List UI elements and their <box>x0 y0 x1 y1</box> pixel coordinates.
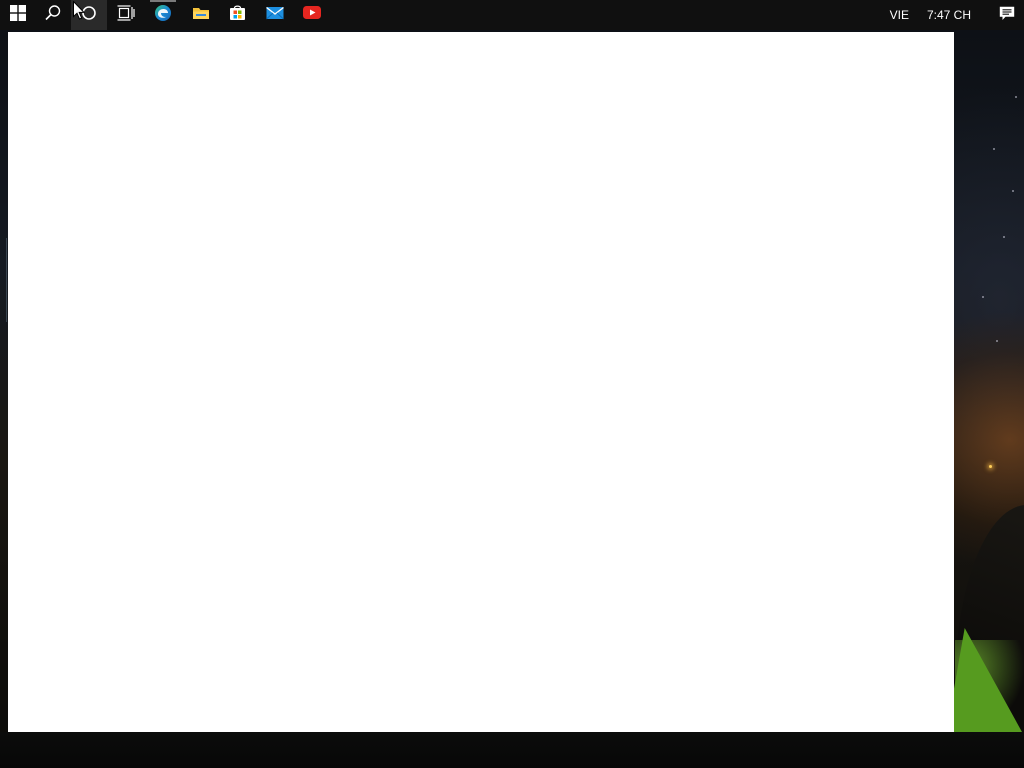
desktop-bottom-area <box>0 732 1024 768</box>
taskbar-edge-button[interactable] <box>144 0 182 30</box>
taskbar-clock[interactable]: 7:47 CH <box>927 8 971 22</box>
youtube-icon <box>302 6 321 24</box>
input-language-indicator[interactable]: VIE <box>890 8 909 22</box>
wallpaper-star <box>993 148 995 150</box>
mail-icon <box>265 6 284 25</box>
background-window-edge <box>0 238 7 322</box>
edge-browser-icon <box>154 4 172 27</box>
taskbar-store-button[interactable] <box>219 0 256 30</box>
search-button[interactable] <box>35 0 71 30</box>
taskbar: VIE 7:47 CH <box>0 0 1024 30</box>
wallpaper-star <box>1015 96 1017 98</box>
wallpaper-star <box>982 296 984 298</box>
wallpaper-star <box>996 340 998 342</box>
system-tray: VIE 7:47 CH <box>890 0 1024 30</box>
wallpaper-campfire <box>989 465 992 468</box>
file-explorer-icon <box>192 5 210 26</box>
windows-start-icon <box>9 4 26 26</box>
wallpaper-star <box>1012 190 1014 192</box>
task-view-button[interactable] <box>107 0 144 30</box>
search-icon <box>44 4 62 27</box>
blank-app-window[interactable] <box>8 32 954 732</box>
action-center-icon <box>999 6 1015 24</box>
mouse-cursor-icon <box>73 0 86 25</box>
task-view-icon <box>117 4 135 26</box>
start-button[interactable] <box>0 0 35 30</box>
taskbar-mail-button[interactable] <box>256 0 293 30</box>
microsoft-store-icon <box>229 4 246 26</box>
taskbar-file-explorer-button[interactable] <box>182 0 219 30</box>
action-center-button[interactable] <box>990 0 1024 30</box>
taskbar-youtube-button[interactable] <box>293 0 330 30</box>
wallpaper-star <box>1003 236 1005 238</box>
